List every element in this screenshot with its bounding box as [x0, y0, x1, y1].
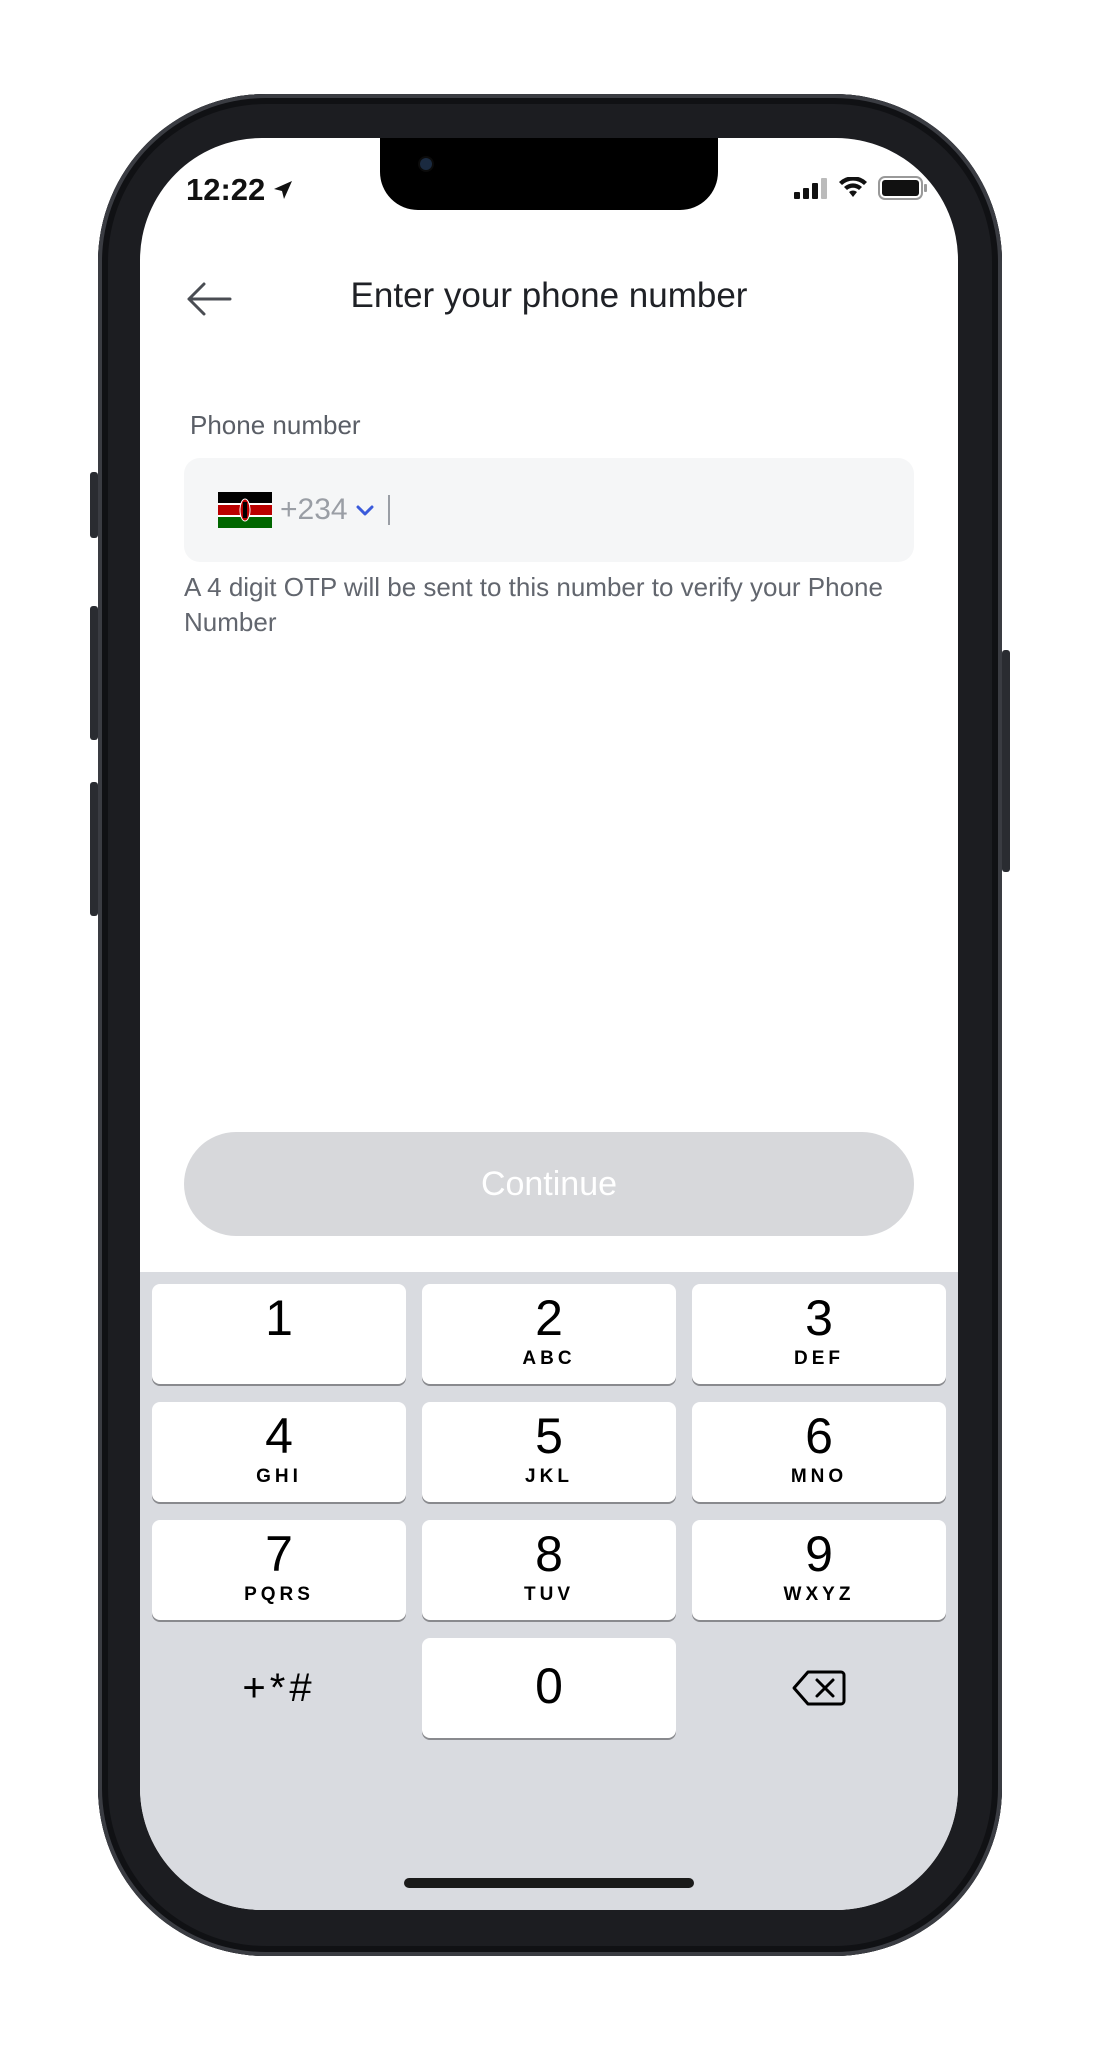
wifi-icon [839, 177, 867, 197]
key-symbols[interactable]: +*# [152, 1638, 406, 1738]
key-letters: PQRS [244, 1584, 314, 1605]
key-number: 9 [805, 1526, 833, 1582]
status-time: 12:22 [186, 172, 295, 208]
key-1[interactable]: 1 [152, 1284, 406, 1384]
key-5[interactable]: 5 JKL [422, 1402, 676, 1502]
location-arrow-icon [274, 181, 293, 199]
otp-helper-text: A 4 digit OTP will be sent to this numbe… [184, 572, 883, 637]
key-8[interactable]: 8 TUV [422, 1520, 676, 1620]
power-button [1002, 650, 1010, 872]
phone-number-field[interactable]: +234 [184, 458, 914, 562]
key-number: 1 [265, 1290, 293, 1346]
key-9[interactable]: 9 WXYZ [692, 1520, 946, 1620]
key-6[interactable]: 6 MNO [692, 1402, 946, 1502]
silent-switch [90, 472, 98, 538]
page-title: Enter your phone number [350, 276, 748, 315]
status-time-text: 12:22 [186, 172, 266, 207]
front-camera [420, 158, 432, 170]
home-indicator [404, 1878, 694, 1888]
phone-screen: 12:22 Enter your phone number Phone numb… [140, 138, 958, 1910]
key-symbols-label: +*# [242, 1665, 316, 1710]
volume-down-button [90, 782, 98, 916]
backspace-icon [792, 1670, 846, 1706]
country-dial-code[interactable]: +234 [280, 493, 348, 527]
key-number: 4 [265, 1408, 293, 1464]
key-number: 5 [535, 1408, 563, 1464]
kenya-flag-icon[interactable] [218, 492, 272, 528]
notch [380, 138, 718, 210]
key-delete[interactable] [692, 1638, 946, 1738]
key-letters: JKL [525, 1466, 573, 1487]
volume-up-button [90, 606, 98, 740]
key-letters: GHI [256, 1466, 302, 1487]
key-letters: TUV [524, 1584, 574, 1605]
key-letters: DEF [794, 1348, 844, 1369]
chevron-down-icon[interactable] [354, 499, 376, 521]
key-3[interactable]: 3 DEF [692, 1284, 946, 1384]
phone-number-label: Phone number [190, 410, 361, 440]
text-cursor [387, 495, 390, 525]
key-letters: ABC [522, 1348, 576, 1369]
key-number: 7 [265, 1526, 293, 1582]
key-4[interactable]: 4 GHI [152, 1402, 406, 1502]
battery-icon [878, 176, 927, 200]
key-7[interactable]: 7 PQRS [152, 1520, 406, 1620]
key-letters: WXYZ [783, 1584, 855, 1605]
key-letters: MNO [790, 1466, 848, 1487]
key-number: 3 [805, 1290, 833, 1346]
cellular-signal-icon [794, 178, 827, 199]
continue-button[interactable]: Continue [184, 1132, 914, 1236]
numeric-keypad: 1 2 ABC 3 DEF 4 GHI 5 JKL 6 MNO 7 PQRS 8 [140, 1272, 958, 1910]
key-2[interactable]: 2 ABC [422, 1284, 676, 1384]
key-number: 6 [805, 1408, 833, 1464]
key-number: 8 [535, 1526, 563, 1582]
key-0[interactable]: 0 [422, 1638, 676, 1738]
key-number: 0 [535, 1658, 563, 1714]
key-number: 2 [535, 1290, 563, 1346]
status-icons [794, 176, 928, 200]
